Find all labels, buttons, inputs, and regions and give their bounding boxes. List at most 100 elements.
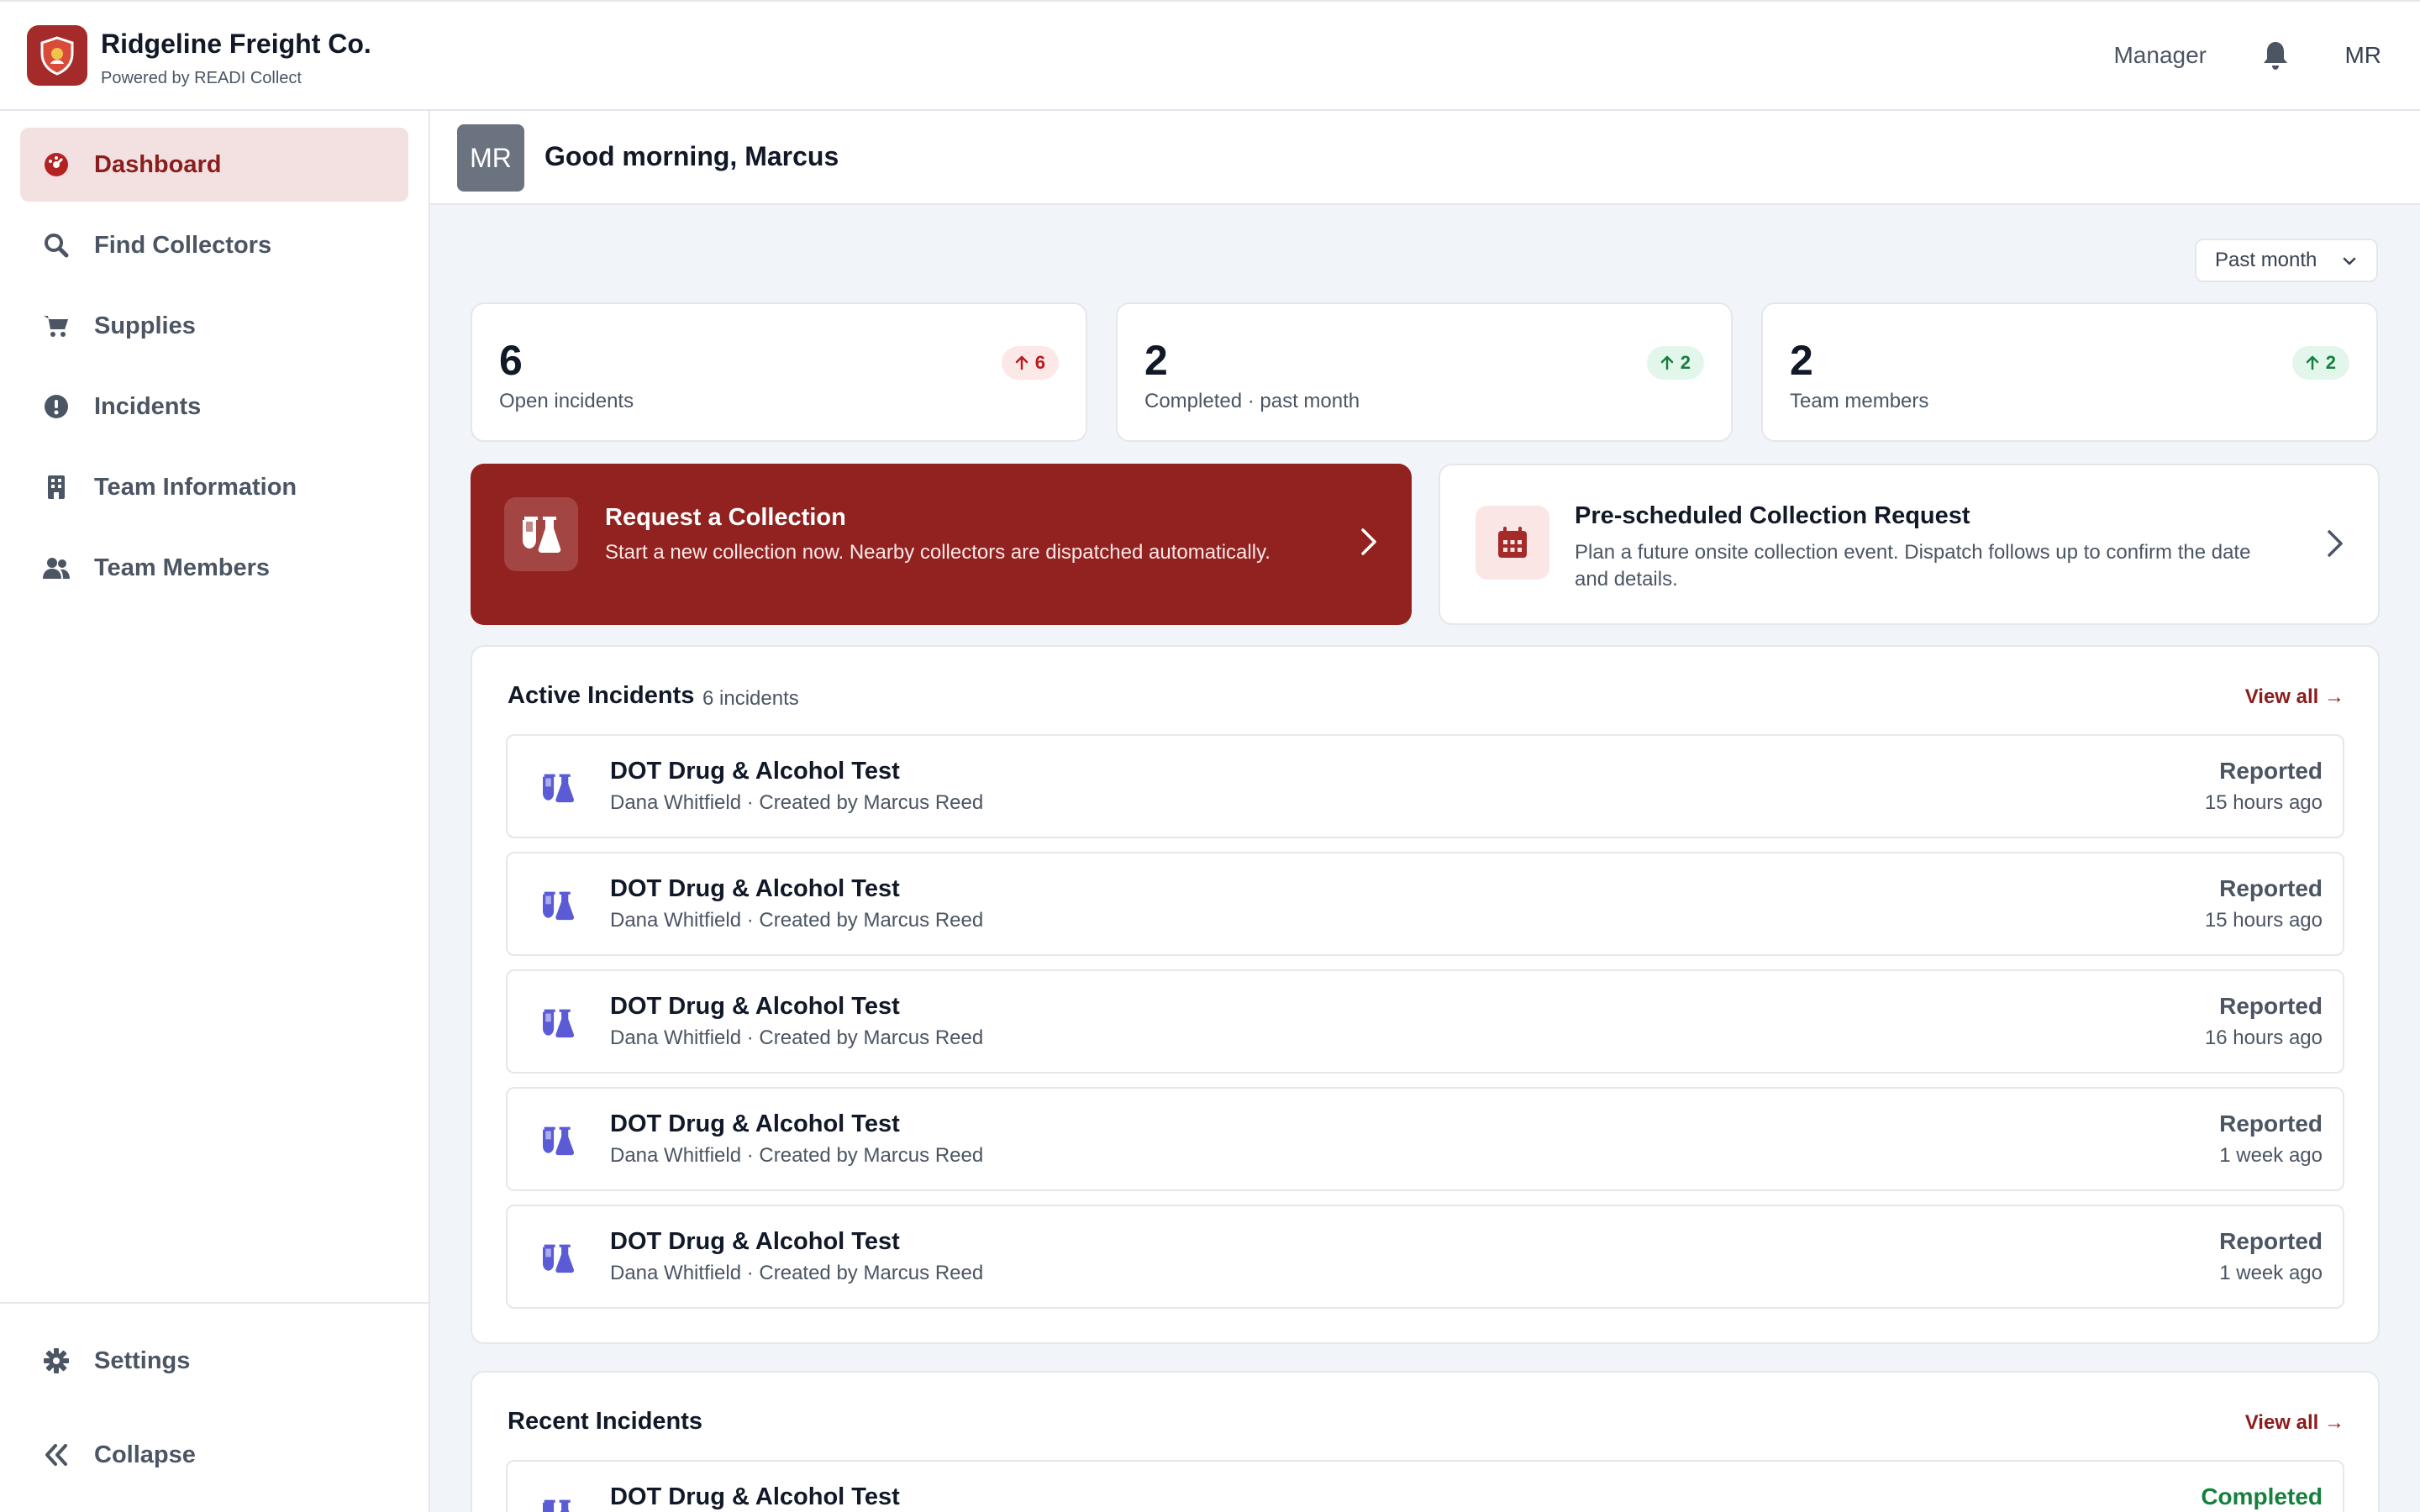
trend-badge: 2 [2291, 346, 2349, 380]
shield-icon [40, 36, 74, 76]
gear-icon [42, 1347, 71, 1375]
incident-row[interactable]: DOT Drug & Alcohol Test Dana Whitfield ·… [506, 969, 2344, 1074]
lab-flask-icon [539, 1495, 576, 1512]
sidebar-collapse-button[interactable]: Collapse [20, 1418, 408, 1492]
status-badge: Reported [2219, 875, 2323, 901]
status-badge: Reported [2219, 993, 2323, 1019]
lab-flask-icon [539, 887, 576, 924]
incident-title: DOT Drug & Alcohol Test [610, 758, 900, 785]
incident-row[interactable]: DOT Drug & Alcohol Test Dana Whitfield ·… [506, 852, 2344, 956]
incident-title: DOT Drug & Alcohol Test [610, 1228, 900, 1255]
sidebar-item-team-members[interactable]: Team Members [20, 531, 408, 605]
status-badge: Reported [2219, 1110, 2323, 1137]
panel-title: Recent Incidents [508, 1408, 703, 1435]
incident-row[interactable]: DOT Drug & Alcohol Test Dana Whitfield ·… [506, 1087, 2344, 1191]
prescheduled-title: Pre-scheduled Collection Request [1575, 502, 1970, 529]
sidebar-item-label: Incidents [94, 392, 202, 420]
prescheduled-collection-card[interactable]: Pre-scheduled Collection Request Plan a … [1439, 464, 2380, 625]
view-all-link[interactable]: View all → [2245, 1411, 2344, 1435]
stat-card-completed[interactable]: 2 Completed · past month 2 [1116, 302, 1733, 442]
sidebar-item-find-collectors[interactable]: Find Collectors [20, 208, 408, 282]
view-all-link[interactable]: View all → [2245, 685, 2344, 709]
incident-row[interactable]: DOT Drug & Alcohol Test Dana Whitfield ·… [506, 1205, 2344, 1309]
stat-value: 6 [499, 337, 523, 384]
role-selector[interactable]: Manager [2113, 42, 2207, 69]
incident-subtitle: Dana Whitfield · Created by Marcus Reed [610, 1144, 984, 1167]
lab-flask-icon [539, 1240, 576, 1277]
incident-time: 16 hours ago [2204, 1026, 2323, 1049]
sidebar-item-label: Dashboard [94, 150, 222, 178]
chevron-down-icon [2341, 252, 2358, 276]
sidebar-item-label: Team Members [94, 554, 270, 581]
company-logo[interactable] [27, 25, 87, 86]
incident-time: 15 hours ago [2204, 909, 2323, 932]
trend-value: 2 [1680, 352, 1691, 373]
calendar-icon [1476, 506, 1549, 580]
incident-subtitle: Dana Whitfield · Created by Marcus Reed [610, 1026, 984, 1049]
sidebar-item-label: Team Information [94, 473, 297, 501]
sidebar-item-dashboard[interactable]: Dashboard [20, 128, 408, 202]
stat-card-open-incidents[interactable]: 6 Open incidents 6 [471, 302, 1087, 442]
avatar: MR [457, 124, 524, 192]
top-bar: Ridgeline Freight Co. Powered by READI C… [0, 0, 2420, 111]
sidebar-item-team-information[interactable]: Team Information [20, 450, 408, 524]
lab-flask-icon [539, 1005, 576, 1042]
notifications-bell-icon[interactable] [2259, 39, 2292, 72]
greeting-text: Good morning, Marcus [544, 141, 839, 171]
building-icon [42, 473, 71, 501]
recent-incidents-panel: Recent Incidents View all → DOT Drug & A… [471, 1371, 2380, 1512]
lab-flask-icon [539, 769, 576, 806]
prescheduled-desc: Plan a future onsite collection event. D… [1575, 541, 2251, 591]
panel-title: Active Incidents [508, 682, 695, 709]
stat-card-team-members[interactable]: 2 Team members 2 [1761, 302, 2378, 442]
incident-title: DOT Drug & Alcohol Test [610, 1483, 900, 1510]
request-collection-card[interactable]: Request a Collection Start a new collect… [471, 464, 1412, 625]
incident-row[interactable]: DOT Drug & Alcohol Test Completed [506, 1460, 2344, 1512]
alert-icon [42, 392, 71, 421]
active-incidents-panel: Active Incidents 6 incidents View all → … [471, 645, 2380, 1344]
trend-badge: 2 [1646, 346, 1704, 380]
company-name: Ridgeline Freight Co. [101, 29, 371, 59]
period-filter-value: Past month [2215, 249, 2317, 271]
arrow-up-icon [1015, 355, 1028, 370]
lab-flask-icon [504, 497, 578, 571]
greeting-bar: MR Good morning, Marcus [430, 111, 2420, 205]
status-badge: Reported [2219, 1228, 2323, 1254]
stat-value: 2 [1790, 337, 1813, 384]
incident-time: 1 week ago [2219, 1262, 2323, 1284]
user-menu-initials[interactable]: MR [2344, 42, 2381, 69]
double-chevron-left-icon [42, 1441, 71, 1469]
sidebar: Dashboard Find Collectors Supplies Incid… [0, 111, 430, 1512]
sidebar-item-settings[interactable]: Settings [20, 1324, 408, 1398]
sidebar-item-incidents[interactable]: Incidents [20, 370, 408, 444]
incident-count: 6 incidents [702, 687, 799, 710]
stat-label: Completed · past month [1144, 390, 1360, 412]
powered-by-text: Powered by READI Collect [101, 69, 302, 87]
stat-label: Open incidents [499, 390, 634, 412]
lab-flask-icon [539, 1122, 576, 1159]
request-collection-desc: Start a new collection now. Nearby colle… [605, 541, 1270, 564]
incident-time: 1 week ago [2219, 1144, 2323, 1167]
search-icon [42, 231, 71, 260]
incident-title: DOT Drug & Alcohol Test [610, 1110, 900, 1137]
request-collection-title: Request a Collection [605, 504, 846, 531]
sidebar-divider [0, 1302, 429, 1304]
arrow-up-icon [2306, 355, 2318, 370]
arrow-up-icon [1660, 355, 1673, 370]
dashboard-icon [42, 150, 71, 179]
incident-subtitle: Dana Whitfield · Created by Marcus Reed [610, 791, 984, 814]
incident-subtitle: Dana Whitfield · Created by Marcus Reed [610, 1262, 984, 1284]
status-badge: Completed [2201, 1483, 2323, 1509]
incident-title: DOT Drug & Alcohol Test [610, 993, 900, 1020]
sidebar-item-label: Find Collectors [94, 231, 272, 259]
period-filter-dropdown[interactable]: Past month [2195, 239, 2378, 282]
incident-time: 15 hours ago [2204, 791, 2323, 814]
sidebar-item-label: Collapse [94, 1441, 196, 1468]
stat-label: Team members [1790, 390, 1929, 412]
chevron-right-icon [1360, 528, 1378, 560]
trend-badge: 6 [1001, 346, 1059, 380]
sidebar-item-supplies[interactable]: Supplies [20, 289, 408, 363]
incident-row[interactable]: DOT Drug & Alcohol Test Dana Whitfield ·… [506, 734, 2344, 838]
incident-subtitle: Dana Whitfield · Created by Marcus Reed [610, 909, 984, 932]
status-badge: Reported [2219, 758, 2323, 784]
